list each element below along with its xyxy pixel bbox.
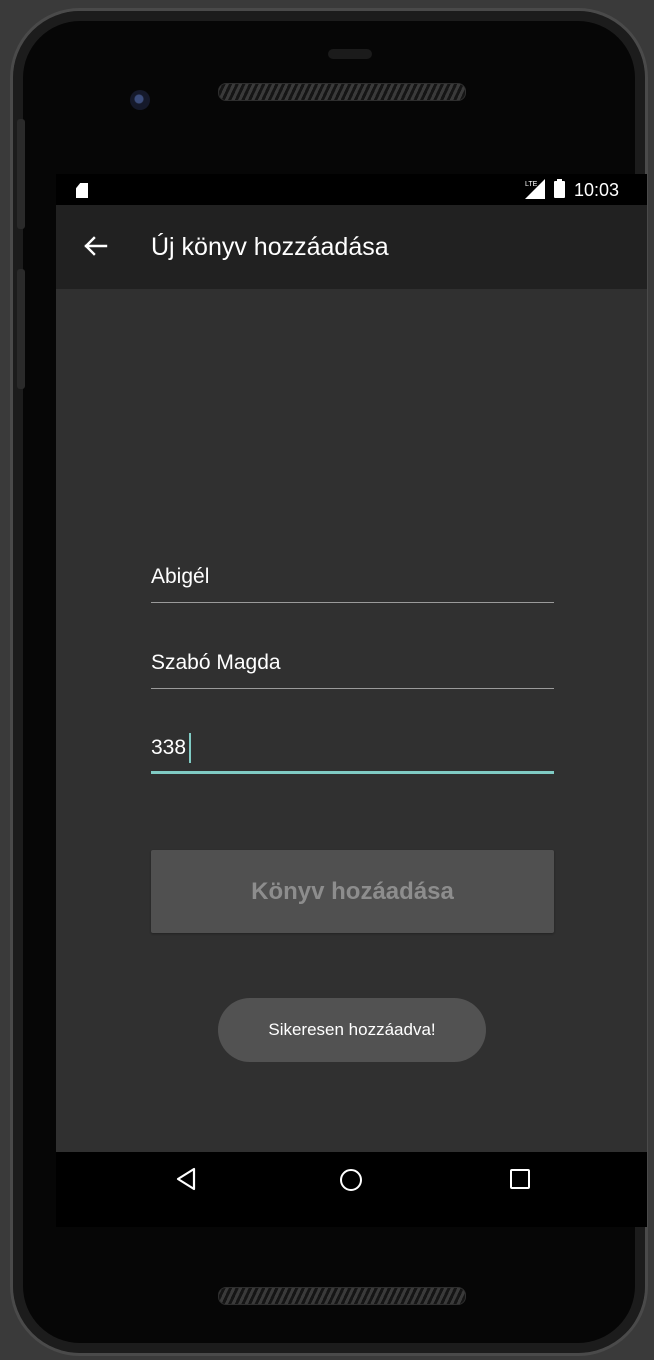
signal-icon: LTE: [525, 179, 545, 199]
form-container: Könyv hozáadása Sikeresen hozzáadva!: [56, 289, 647, 1152]
status-bar: LTE 10:03: [56, 174, 647, 205]
device-screen: LTE 10:03 Új könyv hozzáadása Abigél Sza…: [56, 174, 647, 1227]
app-bar: Új könyv hozzáadása: [56, 205, 647, 289]
proximity-sensor: [328, 49, 372, 59]
phone-frame: LTE 10:03 Új könyv hozzáadása Abigél Sza…: [10, 8, 648, 1356]
nav-back-icon[interactable]: [175, 1167, 199, 1191]
bottom-speaker: [218, 1287, 466, 1305]
status-time: 10:03: [574, 180, 620, 200]
earpiece-speaker: [218, 83, 466, 101]
nav-recents-icon[interactable]: [510, 1169, 530, 1189]
add-book-button[interactable]: Könyv hozáadása: [151, 850, 554, 933]
page-count-underline: [151, 771, 554, 774]
navigation-bar: [56, 1152, 647, 1227]
page-title: Új könyv hozzáadása: [151, 233, 389, 261]
book-author-underline: [151, 688, 554, 689]
arrow-back-icon[interactable]: [80, 231, 110, 261]
nav-home-icon[interactable]: [340, 1169, 362, 1191]
book-title-field[interactable]: [151, 558, 554, 603]
battery-icon: [554, 179, 565, 198]
svg-text:LTE: LTE: [525, 181, 538, 188]
text-cursor: [189, 733, 191, 763]
power-key: [17, 269, 25, 389]
volume-key: [17, 119, 25, 229]
toast-message: Sikeresen hozzáadva!: [268, 1020, 436, 1039]
success-toast: Sikeresen hozzáadva!: [218, 998, 486, 1062]
book-author-field[interactable]: [151, 644, 554, 689]
book-title-input[interactable]: [151, 558, 554, 596]
front-camera: [130, 90, 150, 110]
page-count-field[interactable]: [151, 729, 554, 774]
book-author-input[interactable]: [151, 644, 554, 682]
sd-card-icon: [76, 183, 88, 198]
book-title-underline: [151, 602, 554, 603]
page-count-input[interactable]: [151, 729, 554, 767]
